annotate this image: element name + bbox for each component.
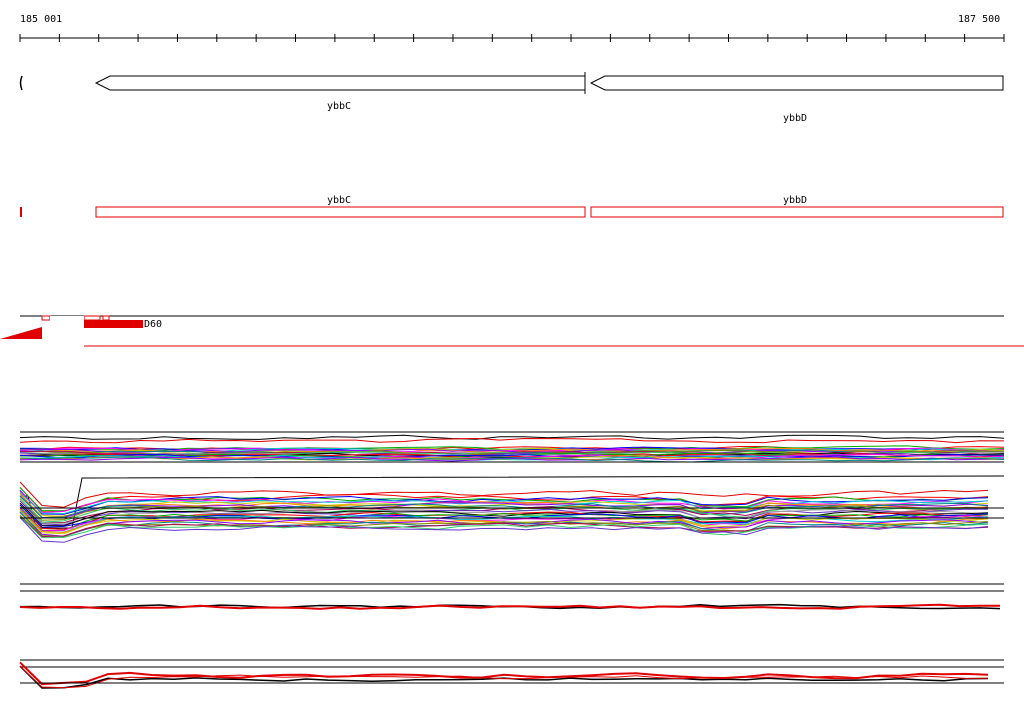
ruler: [19, 34, 1005, 42]
cds-box-ybbc[interactable]: [95, 206, 586, 218]
gene-track: [19, 72, 1004, 94]
profile-track-1: [19, 431, 1005, 463]
feature-track: [0, 315, 1024, 352]
gene-arrow-ybbd[interactable]: [589, 75, 1004, 91]
profile-line: [19, 434, 1005, 440]
feature-d60-bar[interactable]: [84, 320, 143, 328]
profile-track-3: [19, 583, 1004, 610]
feature-red-wedge-outline: [41, 315, 51, 321]
feature-red-wedge: [0, 327, 42, 339]
cds-track: [20, 206, 1004, 218]
feature-white-gap: [50, 316, 84, 352]
cds-box-ybbd[interactable]: [590, 206, 1004, 218]
profile-track-4: [19, 659, 1004, 689]
gene-arrow-ybbc[interactable]: [94, 75, 586, 91]
feature-d60-notch-1: [83, 315, 101, 321]
genome-browser-canvas: [0, 34, 1024, 689]
profile-line: [19, 665, 989, 689]
feature-d60-notch-2: [102, 315, 110, 321]
profile-line: [19, 437, 1005, 444]
profile-track-2: [19, 475, 1005, 543]
gene-left-edge-mark: [19, 75, 23, 91]
